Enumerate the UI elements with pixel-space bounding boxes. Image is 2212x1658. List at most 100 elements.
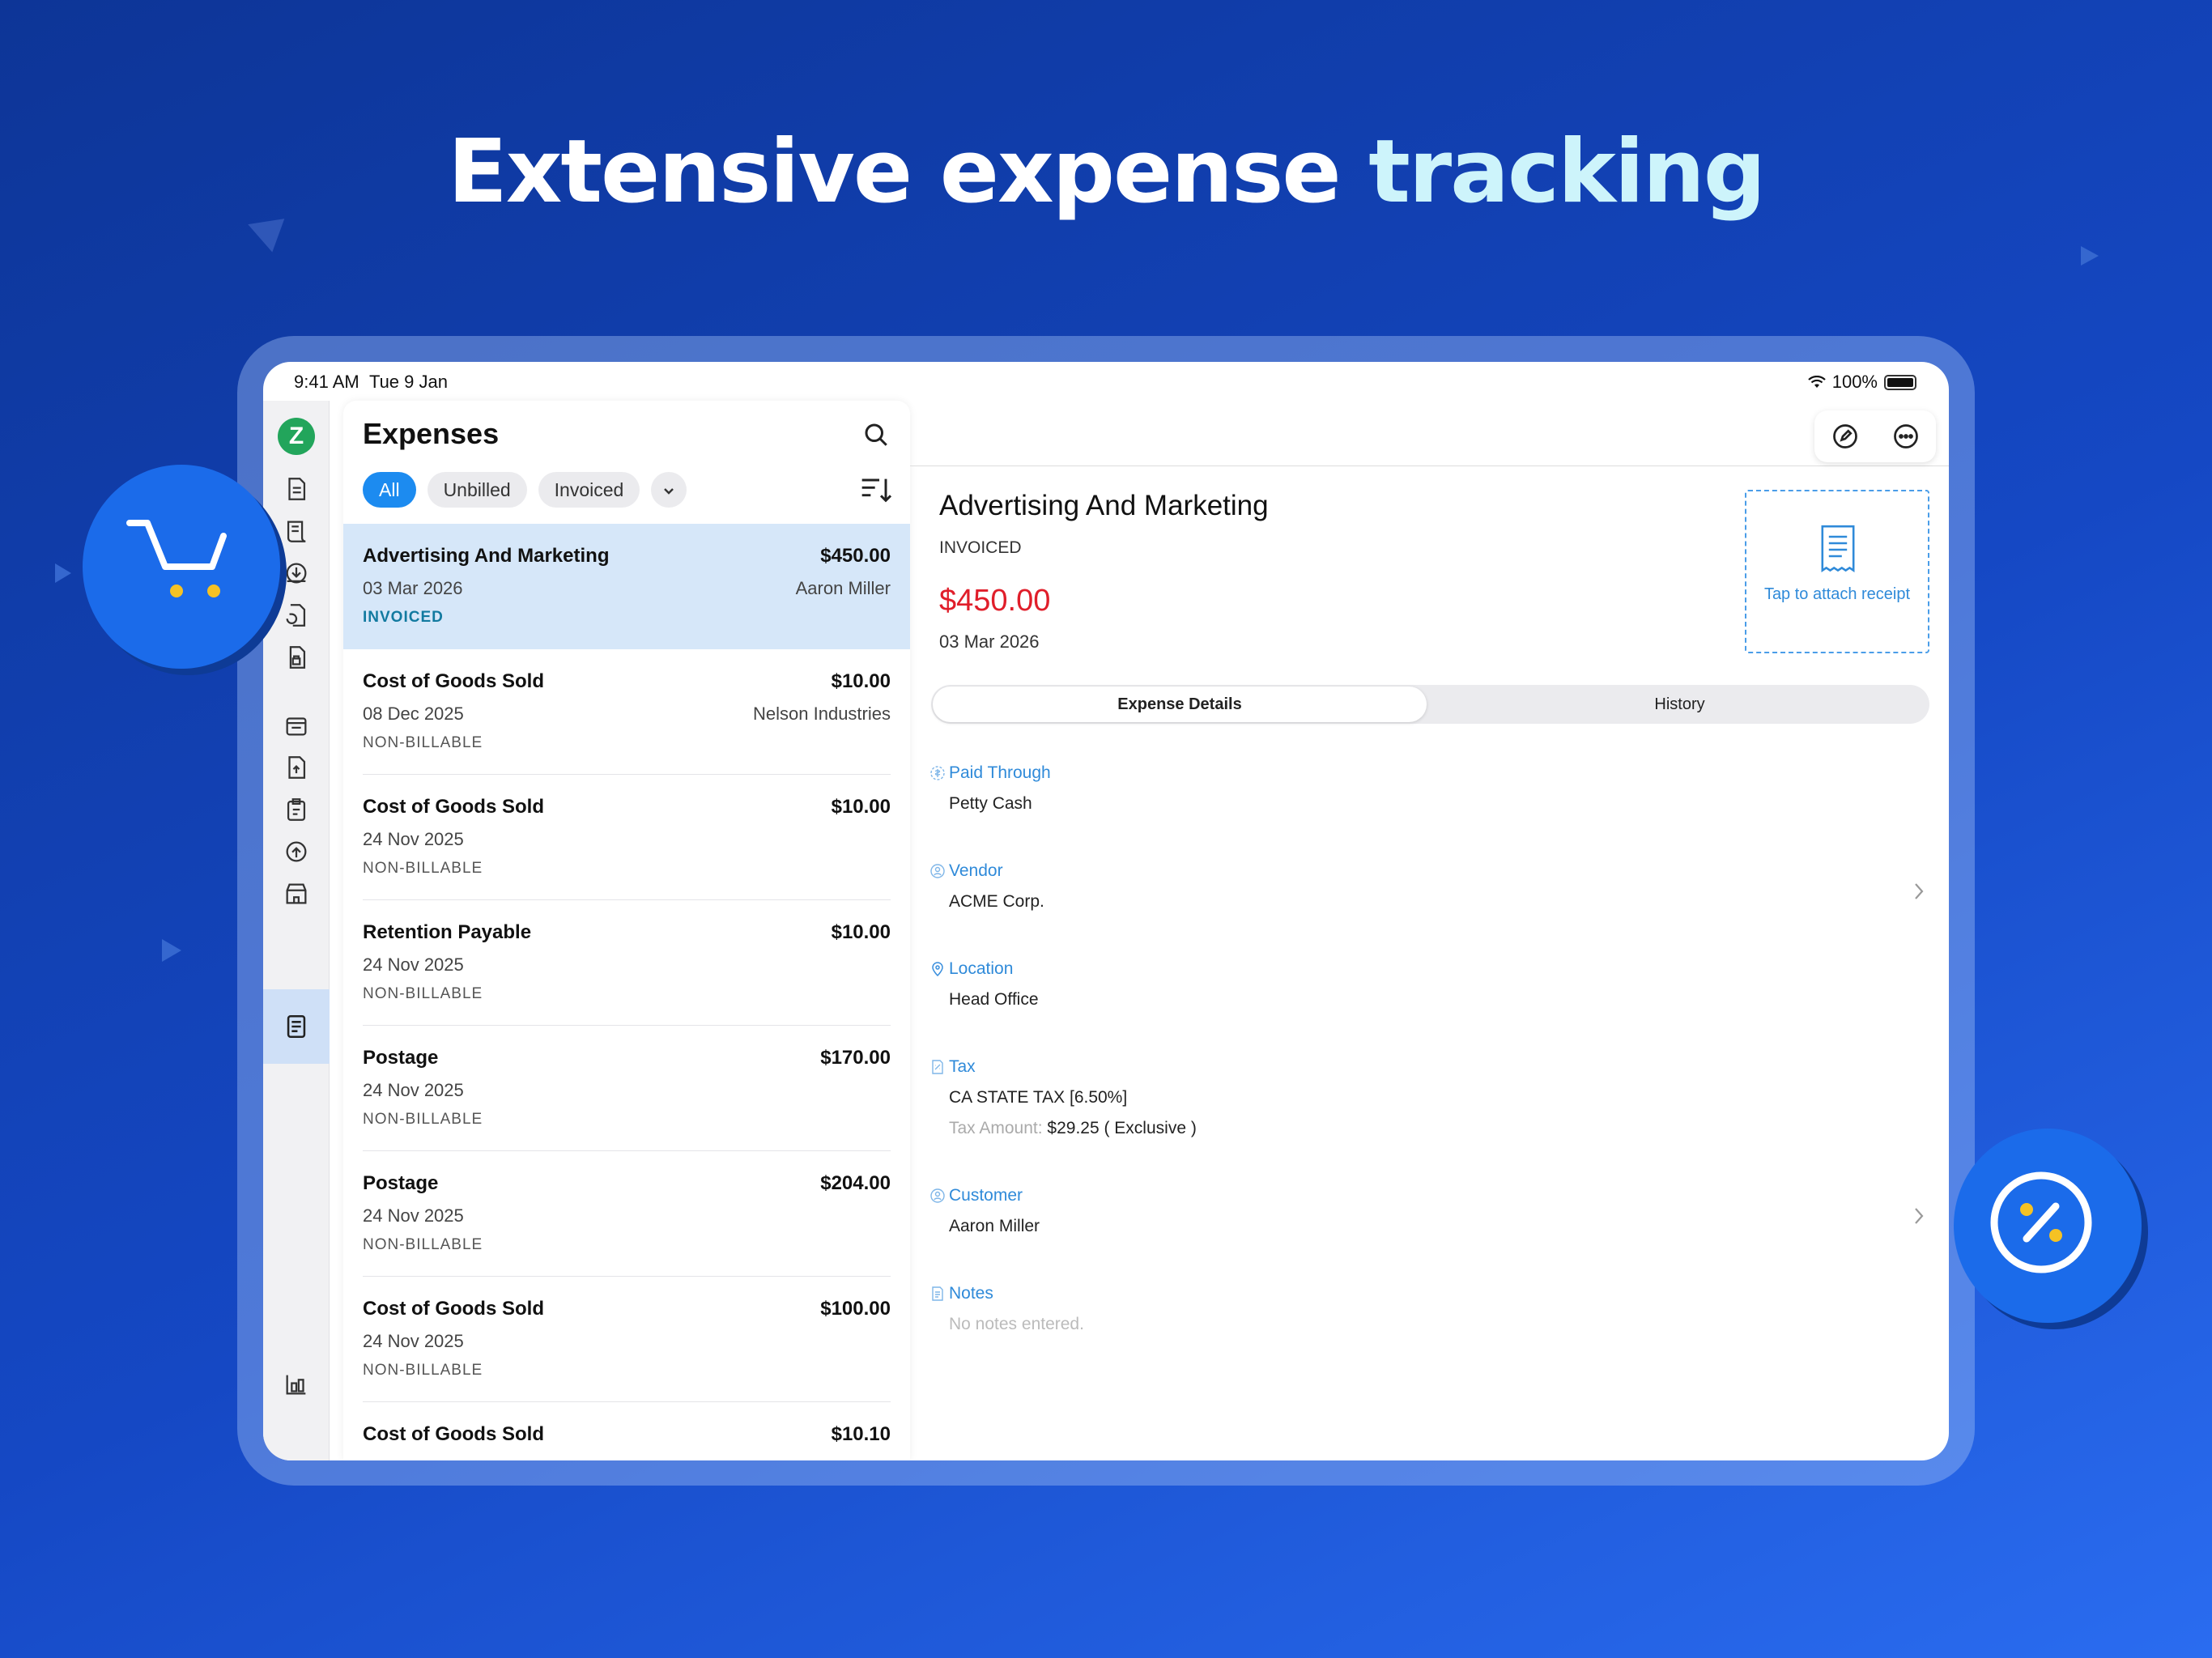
vendor-icon <box>930 864 945 878</box>
list-item[interactable]: Postage $170.00 24 Nov 2025 NON-BILLABLE <box>363 1026 891 1151</box>
tab-history[interactable]: History <box>1430 685 1929 724</box>
item-name: Cost of Goods Sold <box>363 796 544 818</box>
receipt-icon[interactable] <box>279 513 314 549</box>
percent-icon <box>1990 1171 2092 1273</box>
customer-icon <box>930 1188 945 1203</box>
wifi-icon <box>1807 376 1826 388</box>
decor-triangle <box>55 563 71 583</box>
decor-triangle <box>2081 246 2099 266</box>
item-status: NON-BILLABLE <box>363 734 483 751</box>
app-logo[interactable]: Z <box>278 418 315 455</box>
item-date: 24 Nov 2025 <box>363 954 464 975</box>
cash-icon <box>930 766 945 780</box>
item-customer: Aaron Miller <box>795 578 891 598</box>
search-icon[interactable] <box>861 420 891 449</box>
expense-receipt-icon[interactable] <box>279 1009 314 1044</box>
item-amount: $450.00 <box>820 545 891 567</box>
document-refresh-icon[interactable] <box>279 597 314 633</box>
filter-unbilled[interactable]: Unbilled <box>427 472 527 508</box>
sort-icon[interactable] <box>860 475 892 504</box>
list-item[interactable]: Retention Payable $10.00 24 Nov 2025 NON… <box>363 900 891 1026</box>
location-label: Location <box>949 959 1014 978</box>
reports-icon[interactable] <box>279 1367 314 1402</box>
item-name: Postage <box>363 1047 439 1069</box>
battery-percent: 100% <box>1831 372 1878 392</box>
list-item[interactable]: Postage $204.00 24 Nov 2025 NON-BILLABLE <box>363 1151 891 1277</box>
shopping-cart-icon <box>126 520 227 597</box>
item-date: 24 Nov 2025 <box>363 1331 464 1351</box>
chevron-right-icon <box>1915 883 1924 899</box>
item-date: 24 Nov 2025 <box>363 829 464 849</box>
attach-receipt-button[interactable]: Tap to attach receipt <box>1745 490 1929 653</box>
chevron-down-icon <box>664 488 674 495</box>
list-item[interactable]: Cost of Goods Sold $10.00 24 Nov 2025 NO… <box>363 775 891 900</box>
item-status: NON-BILLABLE <box>363 1236 483 1253</box>
filter-chips: All Unbilled Invoiced <box>363 472 687 508</box>
item-date: 24 Nov 2025 <box>363 1205 464 1226</box>
item-status: NON-BILLABLE <box>363 860 483 877</box>
item-amount: $170.00 <box>820 1047 891 1069</box>
expense-list-pane: Expenses All Unbilled Invoiced Advertisi… <box>343 401 910 1460</box>
item-status: NON-BILLABLE <box>363 1111 483 1128</box>
detail-tabs: Expense Details History <box>931 685 1929 724</box>
detail-toolbar <box>910 401 1949 466</box>
cart-badge <box>83 465 280 669</box>
store-front-icon[interactable] <box>279 876 314 912</box>
item-name: Advertising And Marketing <box>363 545 610 567</box>
decor-triangle <box>162 939 181 962</box>
filter-invoiced[interactable]: Invoiced <box>538 472 640 508</box>
expense-rows: Advertising And Marketing $450.00 03 Mar… <box>343 524 910 1460</box>
upload-circle-icon[interactable] <box>279 834 314 869</box>
clipboard-icon[interactable] <box>279 792 314 827</box>
detail-amount: $450.00 <box>939 584 1051 618</box>
detail-title: Advertising And Marketing <box>939 490 1269 521</box>
list-item-selected[interactable]: Advertising And Marketing $450.00 03 Mar… <box>343 524 910 649</box>
notes-icon <box>932 1286 943 1301</box>
tax-value: CA STATE TAX [6.50%] <box>949 1088 1128 1107</box>
item-status: NON-BILLABLE <box>363 1362 483 1379</box>
battery-icon <box>1884 374 1916 390</box>
paid-through-label: Paid Through <box>949 763 1051 782</box>
detail-actions <box>1814 410 1936 462</box>
document-upload-icon[interactable] <box>279 750 314 785</box>
item-status: INVOICED <box>363 609 444 626</box>
vendor-value: ACME Corp. <box>949 892 1044 911</box>
store-icon[interactable] <box>279 708 314 743</box>
document-lock-icon[interactable] <box>279 640 314 675</box>
download-circle-icon[interactable] <box>279 555 314 591</box>
item-date: 08 Dec 2025 <box>363 704 464 724</box>
item-date: 24 Nov 2025 <box>363 1080 464 1100</box>
notes-value: No notes entered. <box>949 1315 1084 1333</box>
chevron-right-icon <box>1915 1208 1924 1224</box>
customer-label: Customer <box>949 1186 1023 1205</box>
status-time: 9:41 AM Tue 9 Jan <box>294 372 448 392</box>
expense-detail-pane: Advertising And Marketing INVOICED $450.… <box>910 401 1949 1460</box>
detail-date: 03 Mar 2026 <box>939 631 1040 652</box>
list-item[interactable]: Cost of Goods Sold $100.00 24 Nov 2025 N… <box>363 1277 891 1402</box>
vendor-label: Vendor <box>949 861 1003 880</box>
item-amount: $10.00 <box>831 796 891 818</box>
tax-amount-label: Tax Amount: <box>949 1119 1043 1137</box>
paid-through-value: Petty Cash <box>949 794 1032 813</box>
percent-badge <box>1954 1129 2142 1323</box>
tab-expense-details[interactable]: Expense Details <box>933 687 1427 722</box>
receipt-attach-icon <box>1821 525 1855 572</box>
item-name: Retention Payable <box>363 921 532 943</box>
headline-main: Extensive expense <box>447 121 1369 223</box>
list-title: Expenses <box>363 417 500 450</box>
list-item[interactable]: Cost of Goods Sold $10.00 08 Dec 2025 Ne… <box>363 649 891 775</box>
tax-amount-value: $29.25 ( Exclusive ) <box>1047 1119 1197 1137</box>
notes-label: Notes <box>949 1284 993 1303</box>
filter-more-dropdown[interactable] <box>651 472 687 508</box>
more-options-icon[interactable] <box>1891 422 1921 451</box>
tax-label: Tax <box>949 1057 976 1076</box>
list-item[interactable]: Cost of Goods Sold $10.10 <box>363 1402 891 1460</box>
document-icon[interactable] <box>279 471 314 507</box>
item-name: Cost of Goods Sold <box>363 670 544 692</box>
item-name: Postage <box>363 1172 439 1194</box>
filter-all[interactable]: All <box>363 472 416 508</box>
item-status: NON-BILLABLE <box>363 985 483 1002</box>
edit-icon[interactable] <box>1831 422 1860 451</box>
item-amount: $204.00 <box>820 1172 891 1194</box>
tax-amount: Tax Amount: $29.25 ( Exclusive ) <box>949 1119 1197 1138</box>
